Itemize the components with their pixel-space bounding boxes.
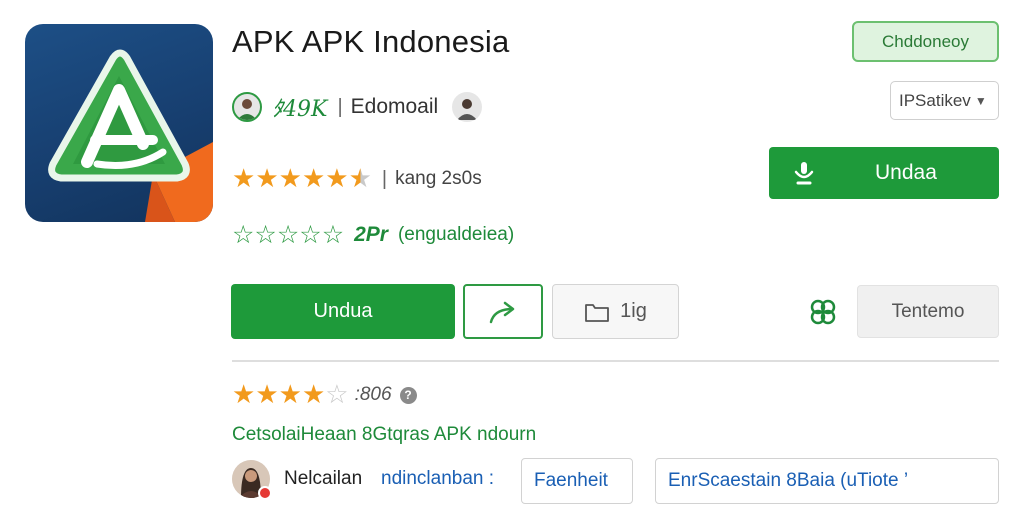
star-outline-icon[interactable]: ☆ <box>299 222 321 248</box>
download-icon <box>791 160 817 186</box>
developer-row: ﾀ49K | Edomoail <box>232 90 483 124</box>
status-pill[interactable]: Chddoneoy <box>852 21 999 62</box>
author-row: Nelcailan ndinclanban : Faenheit EnrScae… <box>232 458 1002 504</box>
language-select-value: IPSatikev <box>899 90 971 110</box>
star-half-icon: ★ <box>348 164 372 194</box>
author-name[interactable]: Nelcailan <box>284 468 362 490</box>
install-button-label: Undaa <box>875 161 937 184</box>
save-button[interactable]: 1ig <box>552 284 679 339</box>
star-full-icon: ★ <box>278 164 302 194</box>
star-full-icon: ★ <box>278 380 302 410</box>
rating-note: (engualdeiea) <box>397 224 515 245</box>
primary-download-button[interactable]: Undua <box>231 284 455 339</box>
info-icon[interactable]: ? <box>399 386 417 404</box>
star-full-icon: ★ <box>255 164 279 194</box>
app-icon <box>25 24 213 222</box>
separator: | <box>381 167 388 190</box>
star-full-icon: ★ <box>232 380 256 410</box>
share-button[interactable] <box>463 284 543 339</box>
rating-meta: kang 2s0s <box>395 168 482 189</box>
star-full-icon: ★ <box>301 164 326 194</box>
star-outline-icon[interactable]: ☆ <box>322 222 344 248</box>
star-full-icon: ★ <box>301 380 326 410</box>
star-empty-icon: ☆ <box>325 380 349 410</box>
star-full-icon: ★ <box>325 164 349 194</box>
install-button[interactable]: Undaa <box>769 147 999 199</box>
star-outline-icon[interactable]: ☆ <box>232 222 254 248</box>
developer-email[interactable]: Edomoail <box>351 95 439 119</box>
developer-name[interactable]: ﾀ49K <box>272 91 327 123</box>
star-full-icon: ★ <box>232 164 256 194</box>
rating-row: ★ ★ ★ ★ ★ ★ | kang 2s0s <box>232 166 482 192</box>
tag-chip[interactable]: EnrScaestain 8Baia (uTiote ’ <box>655 458 999 504</box>
person-icon <box>237 99 257 120</box>
language-select[interactable]: IPSatikev ▼ <box>890 81 999 120</box>
review-rating-row: ★ ★ ★ ★ ☆ :806 ? <box>232 382 417 408</box>
app-title: APK APK Indonesia <box>232 24 510 59</box>
star-outline-icon[interactable]: ☆ <box>254 222 276 248</box>
save-button-label: 1ig <box>620 300 647 322</box>
tag-chip[interactable]: Faenheit <box>521 458 633 504</box>
live-badge-icon <box>258 486 272 500</box>
star-outline-icon[interactable]: ☆ <box>277 222 299 248</box>
share-arrow-icon <box>489 301 515 323</box>
developer-avatar[interactable] <box>232 92 262 122</box>
app-logo-a-icon <box>48 49 213 222</box>
rating-count: 2Pr <box>354 223 388 246</box>
contributor-avatar[interactable] <box>452 92 483 122</box>
secondary-button[interactable]: Tentemo <box>857 285 999 338</box>
chevron-down-icon: ▼ <box>974 93 987 108</box>
divider <box>232 360 999 362</box>
review-count: :806 <box>354 384 392 405</box>
folder-icon <box>585 303 610 322</box>
author-subtitle[interactable]: ndinclanban : <box>381 468 494 490</box>
category-link[interactable]: CetsolaiHeaan 8Gtqras APK ndourn <box>232 424 536 446</box>
clover-icon[interactable] <box>806 295 840 329</box>
star-full-icon: ★ <box>255 380 279 410</box>
person-icon <box>457 99 478 120</box>
separator: | <box>337 95 343 118</box>
outline-rating-row: ☆ ☆ ☆ ☆ ☆ 2Pr (engualdeiea) <box>232 222 514 248</box>
